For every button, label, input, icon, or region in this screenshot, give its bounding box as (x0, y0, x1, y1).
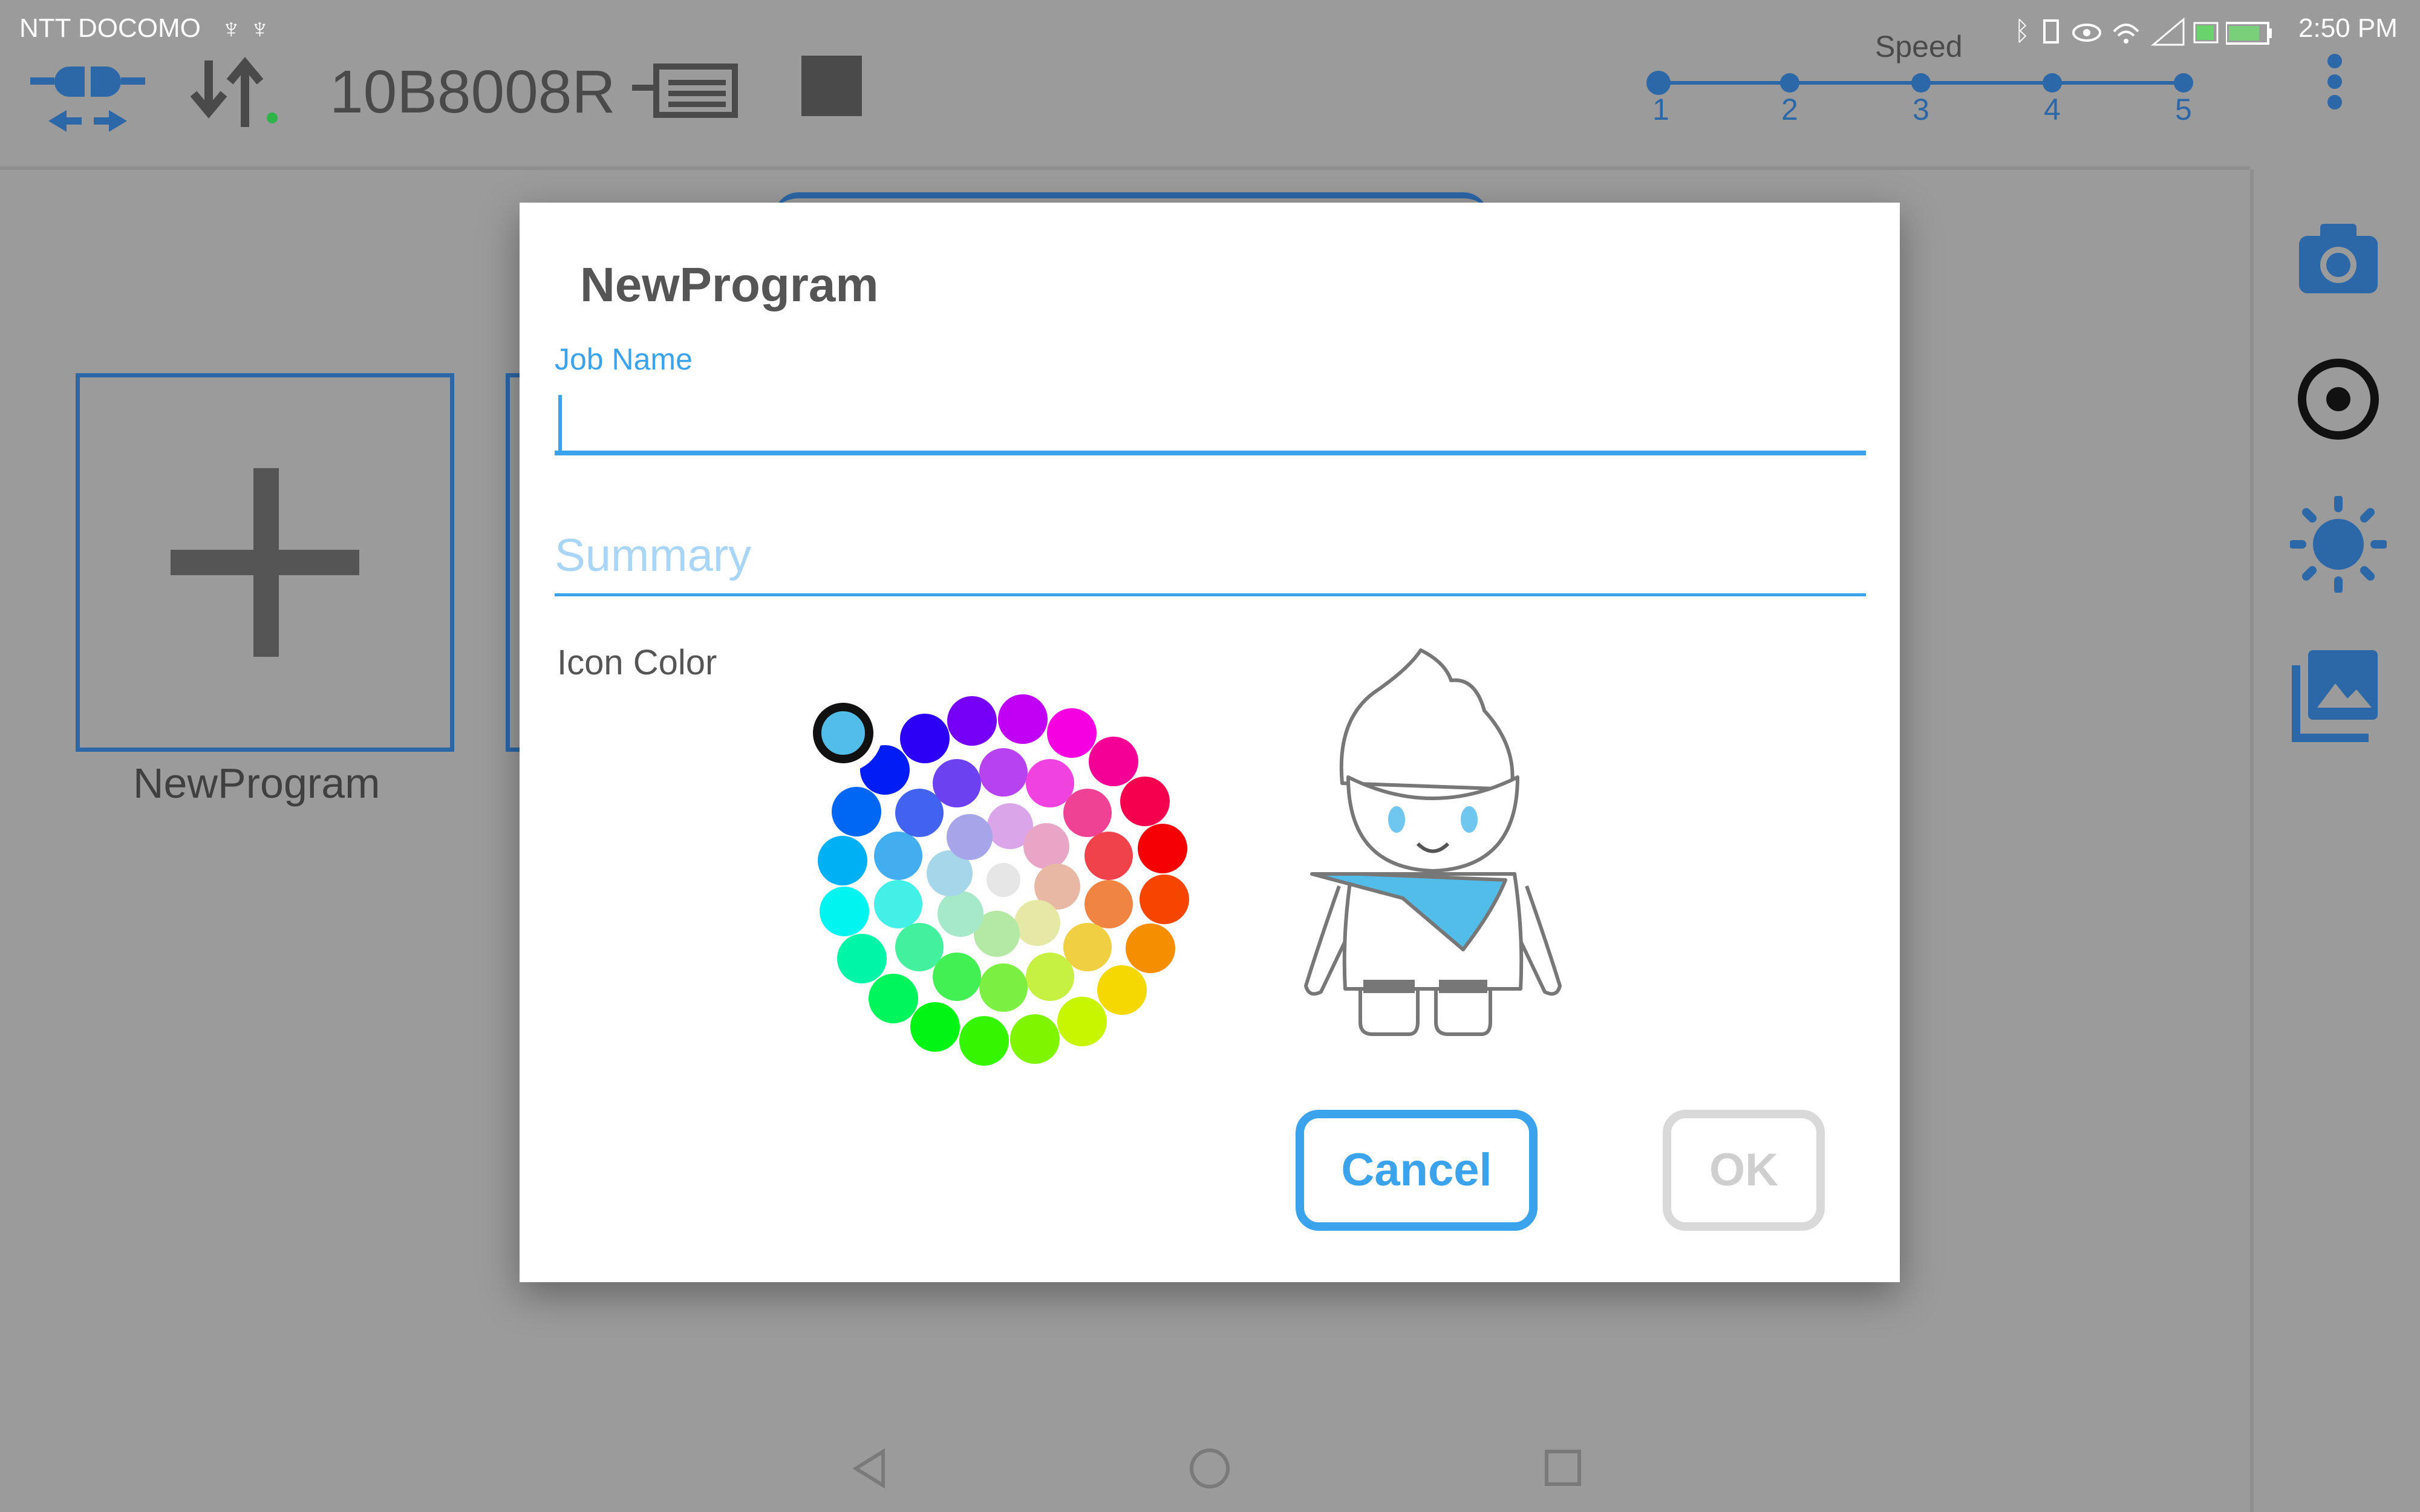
speed-level-5[interactable]: 5 (2175, 92, 2192, 127)
color-swatch[interactable] (895, 922, 944, 971)
color-swatch[interactable] (1063, 789, 1112, 838)
toolbar: 10B8008R Speed 1 2 3 4 5 (0, 30, 2420, 169)
summary-field[interactable]: Summary (555, 529, 1866, 602)
color-swatch[interactable] (1097, 965, 1147, 1015)
color-swatch[interactable] (1126, 923, 1176, 973)
recents-icon (1545, 1450, 1581, 1486)
color-swatch[interactable] (820, 886, 870, 936)
icon-color-label: Icon Color (557, 643, 717, 682)
color-swatch[interactable] (1023, 823, 1069, 870)
transfer-icon[interactable] (190, 54, 281, 133)
dialog-title: NewProgram (580, 258, 879, 311)
color-swatch[interactable] (959, 1016, 1009, 1066)
list-icon[interactable] (632, 60, 738, 121)
color-swatch[interactable] (998, 694, 1048, 744)
summary-placeholder: Summary (555, 530, 752, 581)
color-swatch[interactable] (1084, 879, 1133, 928)
speed-level-1[interactable]: 1 (1652, 92, 1669, 127)
color-swatch[interactable] (1057, 997, 1107, 1047)
job-name-field[interactable] (555, 390, 1866, 457)
new-program-dialog: NewProgram Job Name Summary Icon Color C… (520, 203, 1900, 1282)
color-swatch[interactable] (1084, 832, 1133, 881)
toolbar-divider (0, 166, 2250, 170)
color-swatch[interactable] (979, 748, 1028, 797)
record-icon[interactable] (2296, 357, 2381, 442)
color-swatch[interactable] (947, 696, 997, 746)
gallery-icon[interactable] (2290, 647, 2387, 744)
status-icons: ᛒ (2014, 13, 2220, 50)
color-swatch[interactable] (1009, 1014, 1060, 1064)
color-swatch[interactable] (1120, 776, 1170, 826)
color-swatch[interactable] (1089, 736, 1139, 786)
brightness-icon[interactable] (2289, 495, 2388, 594)
speed-level-3[interactable]: 3 (1913, 92, 1929, 127)
home-icon (1190, 1448, 1230, 1488)
new-program-tile[interactable] (76, 373, 454, 752)
speed-level-4[interactable]: 4 (2044, 92, 2061, 127)
color-swatch[interactable] (987, 863, 1020, 897)
connection-icon[interactable] (30, 54, 145, 133)
nav-bar (786, 1433, 1633, 1506)
color-swatch[interactable] (874, 879, 923, 928)
color-swatch[interactable] (979, 963, 1028, 1012)
plus-icon-horizontal (171, 550, 359, 575)
stop-button[interactable] (801, 56, 862, 116)
color-picker-wheel[interactable] (804, 686, 1197, 1074)
side-panel (2250, 169, 2420, 1512)
color-swatch[interactable] (817, 835, 867, 885)
carrier-name: NTT DOCOMO (19, 13, 201, 43)
clock: 2:50 PM (2298, 13, 2398, 43)
color-swatch[interactable] (1026, 953, 1075, 1002)
speed-label: Speed (1875, 30, 1963, 64)
system-status-icons: ᛒ (2014, 16, 2219, 47)
usb-icon: ♆ ♆ (221, 13, 270, 44)
color-swatch[interactable] (837, 934, 887, 984)
back-icon (852, 1448, 885, 1489)
color-swatch[interactable] (831, 787, 881, 837)
color-swatch[interactable] (1140, 875, 1190, 925)
color-swatch[interactable] (910, 1002, 960, 1052)
job-name-underline (555, 451, 1866, 455)
robot-id: 10B8008R (330, 58, 616, 126)
color-swatch[interactable] (1046, 708, 1097, 758)
svg-text:ᛒ: ᛒ (2014, 16, 2030, 47)
color-swatch[interactable] (947, 814, 993, 861)
color-swatch[interactable] (868, 974, 918, 1024)
cancel-button[interactable]: Cancel (1296, 1110, 1538, 1231)
program-tile-label: NewProgram (133, 760, 380, 807)
character-preview (1294, 644, 1572, 1067)
overflow-menu-icon[interactable] (2317, 51, 2353, 124)
selected-color-indicator (813, 703, 873, 763)
ok-button[interactable]: OK (1663, 1110, 1825, 1231)
color-swatch[interactable] (1014, 899, 1060, 946)
color-swatch[interactable] (938, 890, 984, 937)
camera-icon[interactable] (2296, 218, 2381, 296)
color-swatch[interactable] (874, 832, 923, 881)
speed-level-2[interactable]: 2 (1781, 92, 1798, 127)
color-swatch[interactable] (1137, 824, 1187, 874)
character-icon (1304, 648, 1562, 1036)
color-swatch[interactable] (932, 758, 981, 807)
summary-underline (555, 593, 1866, 596)
text-caret (558, 395, 562, 455)
color-swatch[interactable] (899, 713, 950, 763)
job-name-label: Job Name (555, 342, 693, 376)
speed-slider[interactable]: 1 2 3 4 5 (1645, 67, 2202, 127)
